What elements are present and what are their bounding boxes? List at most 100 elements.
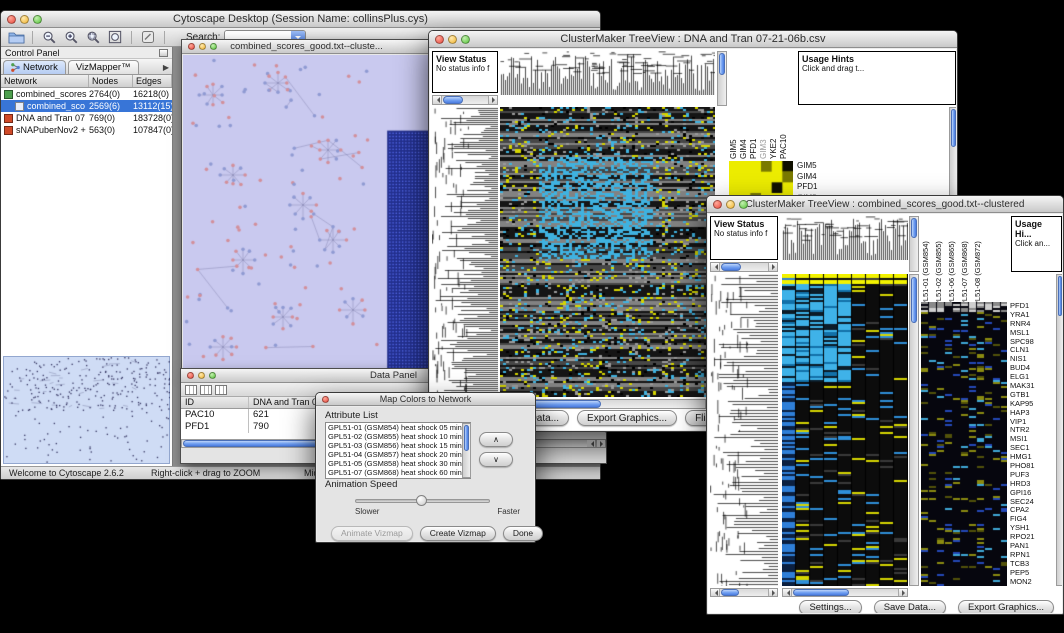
scrollbar-thumb[interactable] bbox=[721, 263, 741, 271]
scrollbar-thumb[interactable] bbox=[719, 53, 725, 75]
attribute-item[interactable]: GPL51-07 (GSM868) heat shock 60 min bbox=[326, 468, 470, 477]
scrollbar-thumb[interactable] bbox=[911, 218, 917, 238]
close-button[interactable] bbox=[188, 43, 195, 50]
network-overview-canvas[interactable] bbox=[4, 357, 170, 463]
treeview-button[interactable]: Save Data... bbox=[874, 600, 946, 613]
scrollbar-thumb[interactable] bbox=[793, 589, 849, 596]
scroll-right-arrow-icon[interactable] bbox=[596, 440, 605, 447]
treeview-combined-titlebar[interactable]: ClusterMaker TreeView : combined_scores_… bbox=[707, 196, 1063, 213]
heatmap-canvas[interactable] bbox=[500, 107, 715, 397]
dialog-button[interactable]: Animate Vizmap bbox=[331, 526, 413, 541]
scroll-left-arrow-icon[interactable] bbox=[711, 589, 720, 596]
vertical-scrollbar[interactable] bbox=[909, 216, 919, 272]
create-attribute-icon[interactable] bbox=[200, 385, 212, 395]
attribute-item[interactable]: GPL51-03 (GSM856) heat shock 15 min bbox=[326, 441, 470, 450]
heatmap-canvas[interactable] bbox=[782, 274, 908, 586]
horizontal-scrollbar[interactable] bbox=[710, 262, 778, 272]
attribute-list[interactable]: GPL51-01 (GSM854) heat shock 05 minGPL51… bbox=[325, 422, 471, 479]
scroll-right-arrow-icon[interactable] bbox=[768, 263, 777, 271]
float-panel-icon[interactable] bbox=[159, 49, 168, 57]
network-row[interactable]: combined_scores 2764(0) 16218(0) bbox=[1, 88, 172, 100]
close-button[interactable] bbox=[322, 396, 329, 403]
row-dendrogram-canvas[interactable] bbox=[432, 107, 498, 397]
more-tabs-arrow[interactable]: ▶ bbox=[163, 63, 169, 72]
network-view-canvas-area[interactable] bbox=[183, 55, 430, 368]
close-button[interactable] bbox=[7, 15, 16, 24]
animation-speed-slider[interactable] bbox=[355, 499, 490, 503]
attribute-item[interactable]: GPL51-01 (GSM854) heat shock 05 min bbox=[326, 423, 470, 432]
scroll-right-arrow-icon[interactable] bbox=[768, 589, 777, 596]
minimize-button[interactable] bbox=[199, 43, 206, 50]
zoom-in-icon[interactable] bbox=[62, 29, 80, 45]
row-dendrogram-canvas[interactable] bbox=[710, 274, 778, 586]
zoom-out-icon[interactable] bbox=[40, 29, 58, 45]
select-attributes-icon[interactable] bbox=[185, 385, 197, 395]
column-dendrogram-canvas[interactable] bbox=[500, 51, 715, 95]
tab-network[interactable]: Network bbox=[3, 60, 66, 74]
scrollbar-track[interactable] bbox=[792, 589, 898, 596]
move-up-button[interactable]: ∧ bbox=[479, 432, 513, 447]
zoom-button[interactable] bbox=[209, 372, 216, 379]
vertical-scrollbar[interactable] bbox=[909, 274, 919, 586]
minimize-button[interactable] bbox=[20, 15, 29, 24]
network-row[interactable]: combined_sco 2569(6) 13112(15) bbox=[1, 100, 172, 112]
minimize-button[interactable] bbox=[448, 35, 457, 44]
move-down-button[interactable]: ∨ bbox=[479, 452, 513, 467]
scrollbar-thumb[interactable] bbox=[951, 109, 956, 147]
scrollbar-track[interactable] bbox=[510, 400, 705, 408]
horizontal-scrollbar[interactable] bbox=[782, 588, 908, 597]
cytoscape-titlebar[interactable]: Cytoscape Desktop (Session Name: collins… bbox=[1, 11, 600, 28]
horizontal-scrollbar[interactable] bbox=[432, 95, 498, 105]
minimize-button[interactable] bbox=[726, 200, 735, 209]
scrollbar-track[interactable] bbox=[720, 263, 768, 271]
scrollbar-thumb[interactable] bbox=[911, 277, 917, 323]
scrollbar-thumb[interactable] bbox=[1058, 276, 1062, 316]
network-overview-panel[interactable] bbox=[3, 356, 170, 464]
attribute-function-icon[interactable] bbox=[215, 385, 227, 395]
dialog-titlebar[interactable]: Map Colors to Network bbox=[316, 393, 535, 406]
scroll-left-arrow-icon[interactable] bbox=[587, 440, 596, 447]
zoom-button[interactable] bbox=[461, 35, 470, 44]
secondary-heatmap-canvas[interactable] bbox=[921, 302, 1007, 586]
vertical-scrollbar[interactable] bbox=[717, 51, 727, 106]
attribute-item[interactable]: GPL51-04 (GSM857) heat shock 20 min bbox=[326, 450, 470, 459]
close-button[interactable] bbox=[435, 35, 444, 44]
dialog-button[interactable]: Create Vizmap bbox=[420, 526, 496, 541]
scroll-left-arrow-icon[interactable] bbox=[711, 263, 720, 271]
zoom-fit-icon[interactable] bbox=[106, 29, 124, 45]
slider-thumb[interactable] bbox=[416, 495, 427, 506]
scroll-right-arrow-icon[interactable] bbox=[488, 96, 497, 104]
vertical-scrollbar[interactable] bbox=[1056, 274, 1062, 586]
tab-vizmapper[interactable]: VizMapper™ bbox=[68, 60, 139, 74]
zoom-button[interactable] bbox=[33, 15, 42, 24]
network-row[interactable]: sNAPuberNov2 + 563(0) 107847(0) bbox=[1, 124, 172, 136]
treeview-button[interactable]: Export Graphics... bbox=[577, 410, 677, 426]
zoom-button[interactable] bbox=[210, 43, 217, 50]
open-folder-icon[interactable] bbox=[7, 29, 25, 45]
treeview-button[interactable]: Settings... bbox=[799, 600, 861, 613]
treeview-button[interactable]: Export Graphics... bbox=[958, 600, 1054, 613]
scrollbar-thumb[interactable] bbox=[443, 96, 463, 104]
annotation-icon[interactable] bbox=[139, 29, 157, 45]
zoom-selected-icon[interactable] bbox=[84, 29, 102, 45]
attribute-item[interactable]: GPL51-02 (GSM855) heat shock 10 min bbox=[326, 432, 470, 441]
scroll-right-arrow-icon[interactable] bbox=[898, 589, 907, 596]
scrollbar-thumb[interactable] bbox=[721, 589, 739, 596]
close-button[interactable] bbox=[187, 372, 194, 379]
network-graph-canvas[interactable] bbox=[183, 55, 432, 370]
close-button[interactable] bbox=[713, 200, 722, 209]
horizontal-scrollbar[interactable] bbox=[710, 588, 778, 597]
treeview-dna-titlebar[interactable]: ClusterMaker TreeView : DNA and Tran 07-… bbox=[429, 31, 957, 48]
attribute-list-scrollbar[interactable] bbox=[462, 423, 471, 478]
network-row[interactable]: DNA and Tran 07 769(0) 183728(0) bbox=[1, 112, 172, 124]
scroll-left-arrow-icon[interactable] bbox=[783, 589, 792, 596]
attribute-item[interactable]: GPL51-05 (GSM858) heat shock 30 min bbox=[326, 459, 470, 468]
dialog-button[interactable]: Done bbox=[503, 526, 543, 541]
scrollbar-track[interactable] bbox=[442, 96, 488, 104]
network-view-titlebar[interactable]: combined_scores_good.txt--cluste... bbox=[182, 40, 431, 54]
scrollbar-thumb[interactable] bbox=[464, 425, 469, 451]
zoom-button[interactable] bbox=[739, 200, 748, 209]
column-dendrogram-canvas[interactable] bbox=[782, 216, 908, 260]
scrollbar-track[interactable] bbox=[720, 589, 768, 596]
minimize-button[interactable] bbox=[198, 372, 205, 379]
